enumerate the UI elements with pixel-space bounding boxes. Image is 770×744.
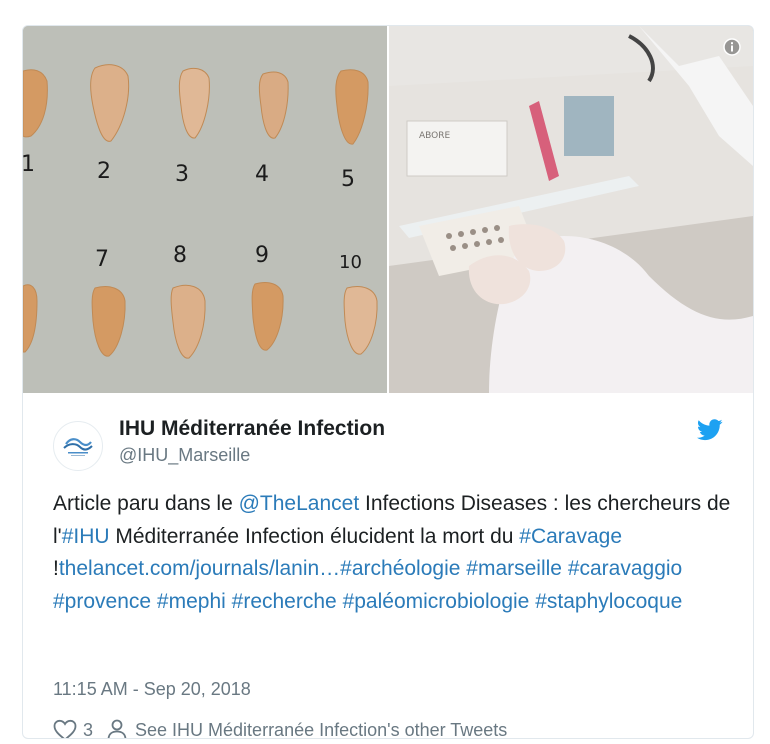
info-icon[interactable]: [723, 38, 741, 56]
handle[interactable]: @IHU_Marseille: [119, 445, 250, 466]
tweet-link[interactable]: #paléomicrobiologie: [343, 590, 530, 613]
lab-photo-image: ABORE: [389, 26, 753, 393]
tweet-text-segment: Article paru dans le: [53, 492, 239, 515]
tooth-number: 3: [175, 162, 189, 187]
tweet-actions: 3 See IHU Méditerranée Infection's other…: [53, 719, 508, 739]
tooth-number: 10: [339, 252, 362, 273]
tooth-number: 9: [255, 243, 269, 268]
timestamp-link[interactable]: 11:15 AM - Sep 20, 2018: [53, 679, 251, 700]
tooth-number: 7: [95, 247, 109, 272]
tweet-link[interactable]: #caravaggio: [568, 557, 682, 580]
tooth-number: 8: [173, 243, 187, 268]
tweet-body: IHU Méditerranée Infection @IHU_Marseill…: [23, 393, 753, 738]
twitter-bird-icon[interactable]: [697, 419, 723, 441]
like-count: 3: [83, 719, 94, 739]
tweet-link[interactable]: #mephi: [157, 590, 226, 613]
other-tweets-link[interactable]: See IHU Méditerranée Infection's other T…: [107, 719, 508, 739]
tweet-link[interactable]: thelancet.com/journals/lanin…: [59, 557, 340, 580]
teeth-photo-image: 1 2 3 4 5 7 8 9 10: [23, 26, 387, 393]
tooth-number: 1: [23, 152, 35, 177]
teeth-photo[interactable]: 1 2 3 4 5 7 8 9 10: [23, 26, 387, 393]
tooth-number: 5: [341, 167, 355, 192]
tweet-link[interactable]: #staphylocoque: [535, 590, 682, 613]
box-label: ABORE: [419, 131, 451, 141]
embedded-tweet-card[interactable]: 1 2 3 4 5 7 8 9 10 A: [22, 25, 754, 739]
avatar[interactable]: [53, 421, 103, 471]
display-name[interactable]: IHU Méditerranée Infection: [119, 417, 385, 441]
other-tweets-label: See IHU Méditerranée Infection's other T…: [135, 719, 508, 739]
tweet-link[interactable]: @TheLancet: [239, 492, 360, 515]
ihu-logo-icon: [63, 438, 93, 456]
tweet-text-segment: Méditerranée Infection élucident la mort…: [109, 524, 520, 548]
tweet-link[interactable]: #archéologie: [340, 557, 460, 580]
person-icon: [107, 719, 127, 738]
tweet-text: Article paru dans le @TheLancet Infectio…: [53, 488, 743, 618]
lab-photo[interactable]: ABORE: [389, 26, 753, 393]
tweet-link[interactable]: #recherche: [232, 590, 337, 613]
tooth-number: 4: [255, 162, 269, 187]
tweet-link[interactable]: #provence: [53, 590, 151, 613]
heart-icon: [53, 719, 77, 738]
tweet-link[interactable]: #IHU: [62, 525, 110, 548]
tweet-link[interactable]: #Caravage: [519, 525, 622, 548]
tweet-link[interactable]: #marseille: [466, 557, 562, 580]
tweet-media[interactable]: 1 2 3 4 5 7 8 9 10 A: [23, 26, 753, 393]
like-button[interactable]: 3: [53, 719, 107, 739]
tooth-number: 2: [97, 159, 111, 184]
